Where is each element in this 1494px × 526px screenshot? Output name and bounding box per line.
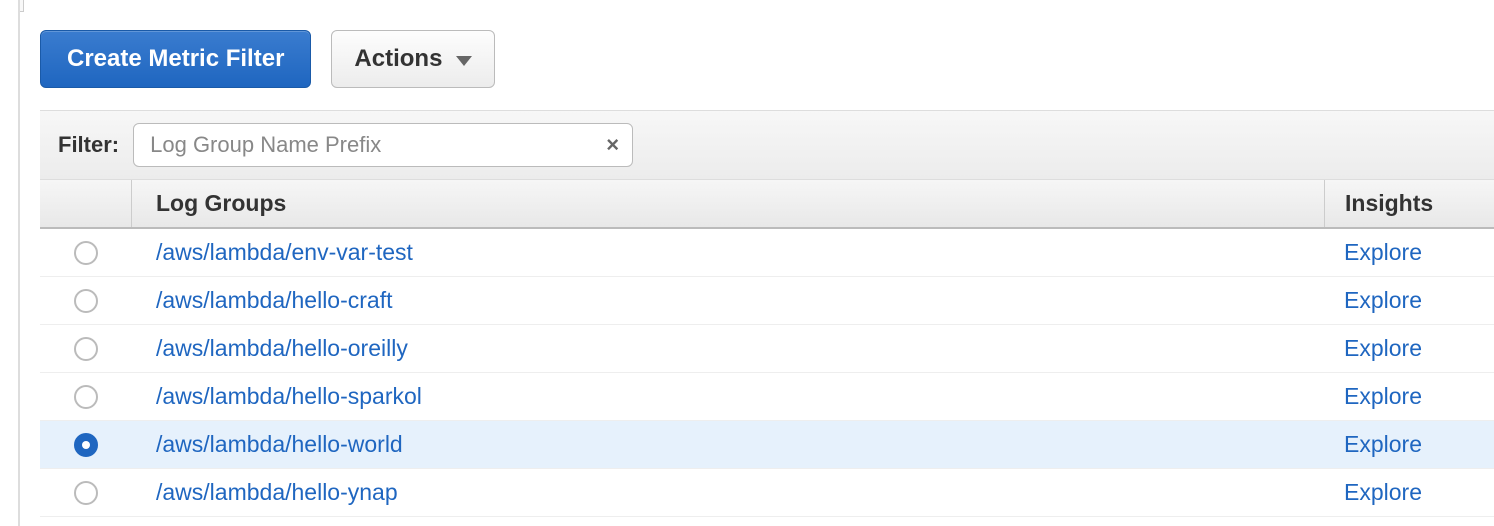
clear-filter-icon[interactable]: × [606, 132, 619, 158]
log-group-link[interactable]: /aws/lambda/hello-oreilly [156, 335, 408, 361]
row-select-cell [40, 433, 132, 457]
row-insights-cell: Explore [1324, 335, 1494, 362]
create-metric-filter-button[interactable]: Create Metric Filter [40, 30, 311, 88]
row-name-cell: /aws/lambda/env-var-test [132, 239, 1324, 266]
filter-label: Filter: [58, 132, 119, 158]
chevron-down-icon [456, 56, 472, 66]
row-name-cell: /aws/lambda/hello-craft [132, 287, 1324, 314]
filter-input[interactable] [133, 123, 633, 167]
row-insights-cell: Explore [1324, 239, 1494, 266]
explore-link[interactable]: Explore [1344, 479, 1422, 505]
table-row: /aws/lambda/hello-ynap Explore [40, 469, 1494, 517]
main-container: Create Metric Filter Actions Filter: × L… [40, 0, 1494, 517]
explore-link[interactable]: Explore [1344, 239, 1422, 265]
table-header: Log Groups Insights [40, 180, 1494, 229]
log-group-link[interactable]: /aws/lambda/hello-sparkol [156, 383, 422, 409]
toolbar: Create Metric Filter Actions [40, 30, 1494, 88]
side-border [18, 0, 20, 526]
filter-bar: Filter: × [40, 111, 1494, 180]
row-select-cell [40, 481, 132, 505]
log-group-link[interactable]: /aws/lambda/hello-ynap [156, 479, 398, 505]
row-insights-cell: Explore [1324, 431, 1494, 458]
explore-link[interactable]: Explore [1344, 383, 1422, 409]
log-group-link[interactable]: /aws/lambda/hello-world [156, 431, 403, 457]
row-select-cell [40, 241, 132, 265]
row-radio[interactable] [74, 433, 98, 457]
explore-link[interactable]: Explore [1344, 335, 1422, 361]
side-stub [20, 0, 24, 12]
actions-label: Actions [354, 45, 442, 73]
table-body: /aws/lambda/env-var-test Explore/aws/lamb… [40, 229, 1494, 517]
table-row: /aws/lambda/hello-sparkol Explore [40, 373, 1494, 421]
row-radio[interactable] [74, 289, 98, 313]
table-row: /aws/lambda/hello-craft Explore [40, 277, 1494, 325]
row-radio[interactable] [74, 337, 98, 361]
row-insights-cell: Explore [1324, 479, 1494, 506]
log-group-link[interactable]: /aws/lambda/env-var-test [156, 239, 413, 265]
explore-link[interactable]: Explore [1344, 431, 1422, 457]
log-group-link[interactable]: /aws/lambda/hello-craft [156, 287, 393, 313]
table-row: /aws/lambda/env-var-test Explore [40, 229, 1494, 277]
table-row: /aws/lambda/hello-world Explore [40, 421, 1494, 469]
row-name-cell: /aws/lambda/hello-world [132, 431, 1324, 458]
explore-link[interactable]: Explore [1344, 287, 1422, 313]
filter-input-wrap: × [133, 123, 633, 167]
row-name-cell: /aws/lambda/hello-sparkol [132, 383, 1324, 410]
row-radio[interactable] [74, 481, 98, 505]
content-panel: Filter: × Log Groups Insights /aws/lambd… [40, 110, 1494, 517]
table-row: /aws/lambda/hello-oreilly Explore [40, 325, 1494, 373]
row-select-cell [40, 289, 132, 313]
row-name-cell: /aws/lambda/hello-oreilly [132, 335, 1324, 362]
row-insights-cell: Explore [1324, 383, 1494, 410]
row-radio[interactable] [74, 385, 98, 409]
row-select-cell [40, 385, 132, 409]
row-radio[interactable] [74, 241, 98, 265]
row-name-cell: /aws/lambda/hello-ynap [132, 479, 1324, 506]
header-select-col [40, 180, 132, 227]
row-insights-cell: Explore [1324, 287, 1494, 314]
header-log-groups[interactable]: Log Groups [132, 180, 1324, 227]
actions-button[interactable]: Actions [331, 30, 495, 88]
header-insights[interactable]: Insights [1324, 180, 1494, 227]
row-select-cell [40, 337, 132, 361]
